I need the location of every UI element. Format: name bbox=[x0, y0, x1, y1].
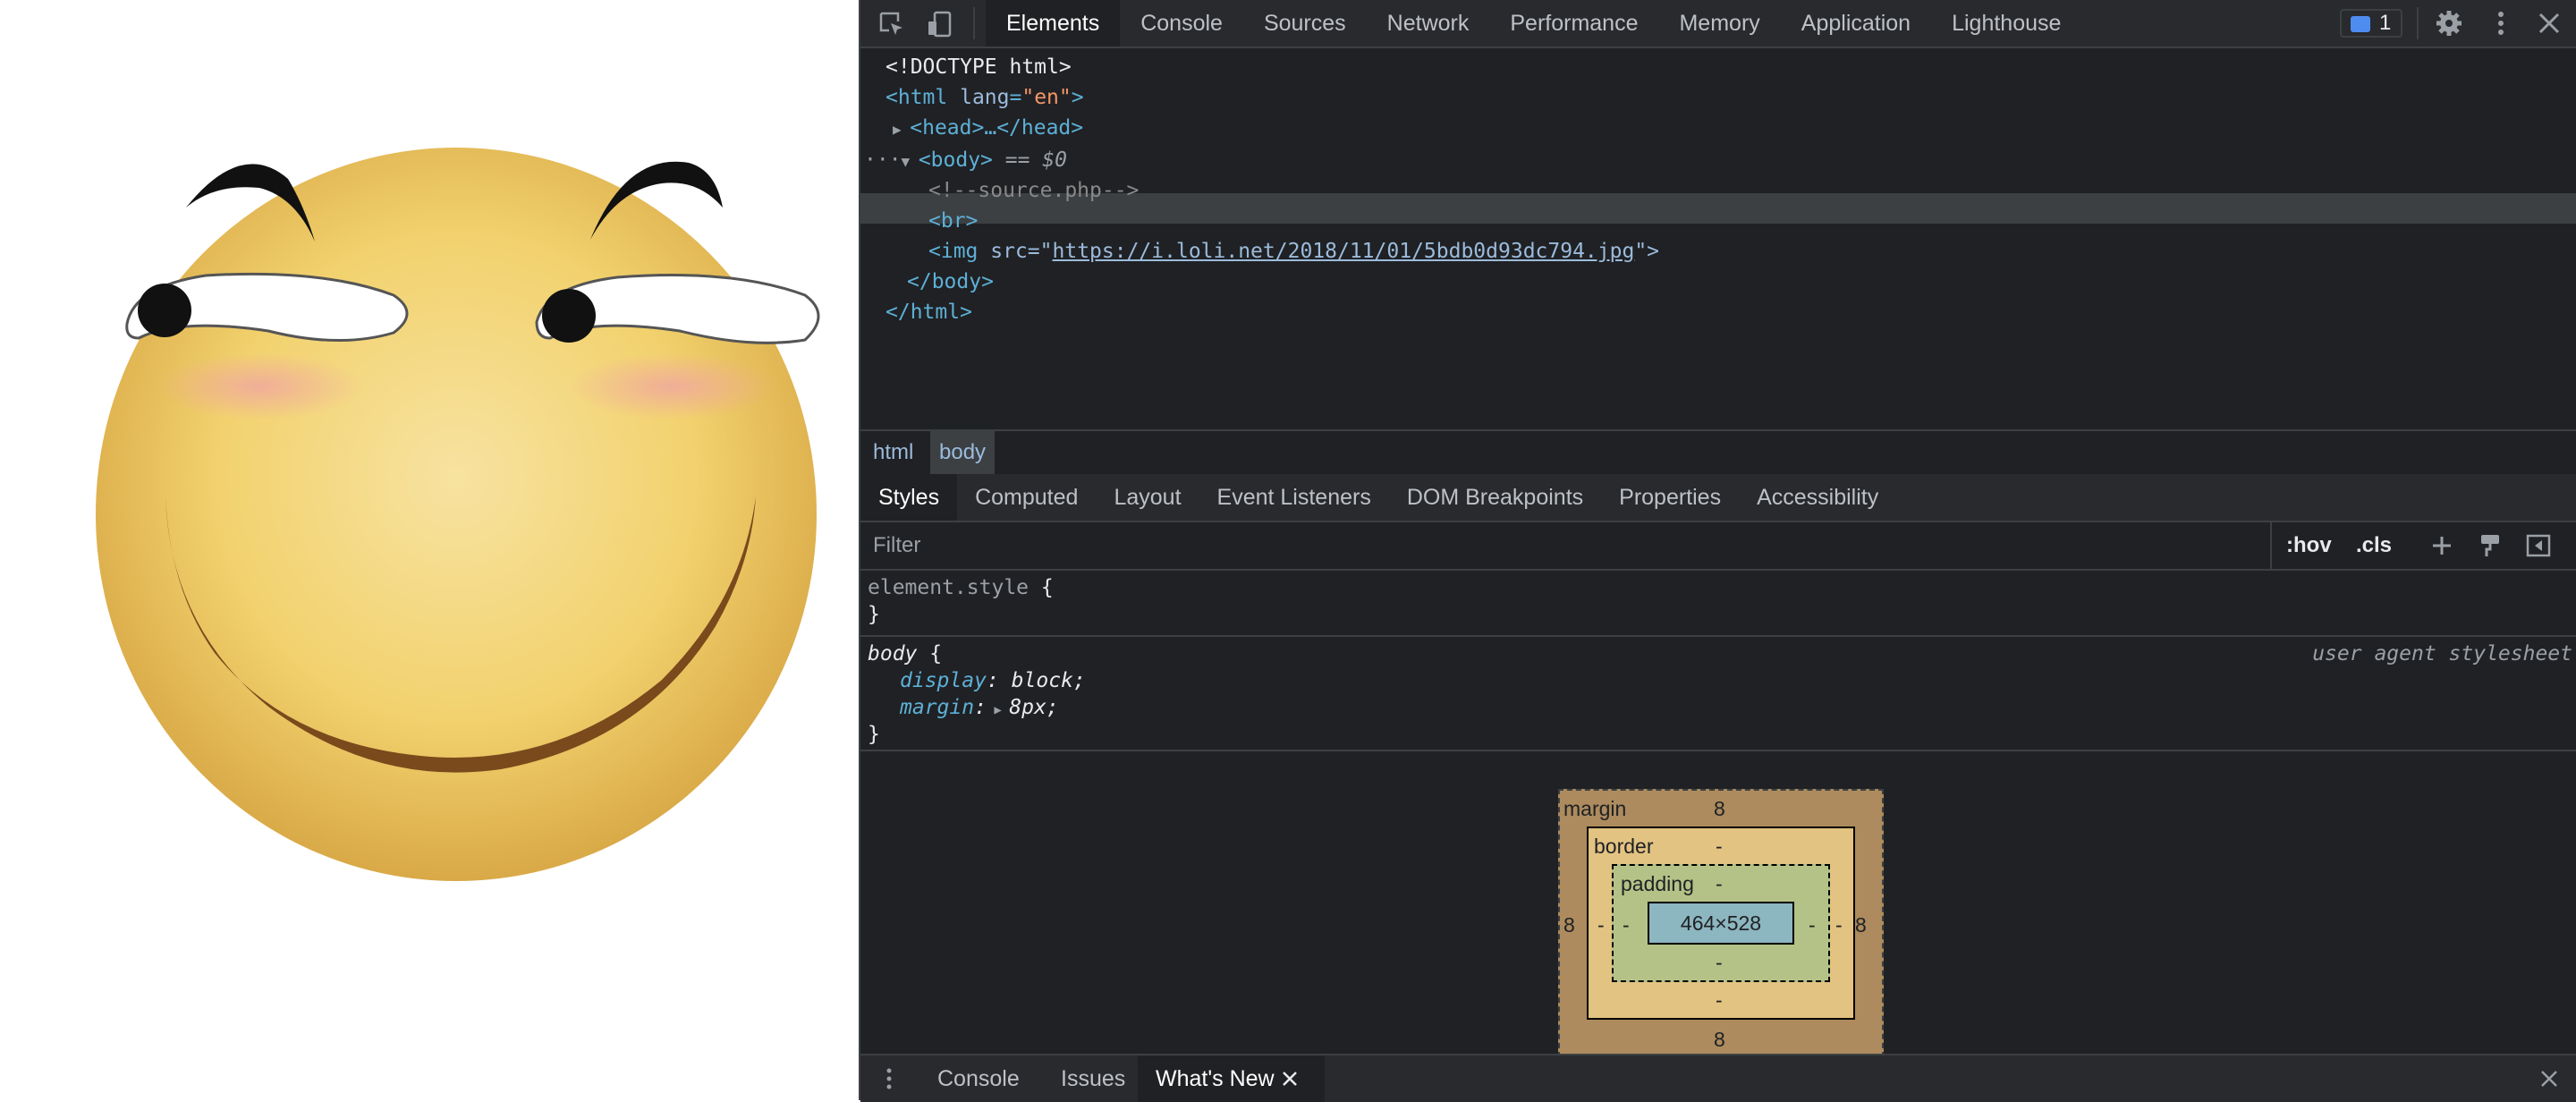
border-right-value[interactable]: - bbox=[1835, 912, 1843, 937]
close-devtools-icon[interactable] bbox=[2535, 9, 2563, 38]
margin-top-value[interactable]: 8 bbox=[1714, 796, 1725, 821]
padding-left-value[interactable]: - bbox=[1623, 912, 1630, 937]
tab-network[interactable]: Network bbox=[1367, 0, 1490, 47]
new-rule-plus-icon[interactable] bbox=[2428, 531, 2456, 560]
cls-toggle-button[interactable]: .cls bbox=[2356, 522, 2392, 569]
img-tag: <img bbox=[928, 240, 979, 263]
tab-properties[interactable]: Properties bbox=[1601, 474, 1739, 521]
filter-input[interactable]: Filter bbox=[873, 522, 920, 569]
body-open-tag: <body> bbox=[918, 148, 993, 172]
tab-event-listeners[interactable]: Event Listeners bbox=[1199, 474, 1389, 521]
html-lang-value: "en" bbox=[1021, 86, 1072, 109]
img-node[interactable]: <img src="https://i.loli.net/2018/11/01/… bbox=[928, 236, 1659, 267]
devtools-panel: Elements Console Sources Network Perform… bbox=[859, 0, 2576, 1102]
tab-layout[interactable]: Layout bbox=[1096, 474, 1199, 521]
issues-count: 1 bbox=[2379, 11, 2392, 35]
settings-gear-icon[interactable] bbox=[2435, 9, 2463, 38]
html-node[interactable]: <html lang="en"> bbox=[886, 82, 1084, 113]
margin-label: margin bbox=[1563, 797, 1627, 820]
styles-pane-tabs: Styles Computed Layout Event Listeners D… bbox=[860, 474, 2576, 522]
stylesheet-source-link[interactable]: user agent stylesheet bbox=[2312, 640, 2572, 667]
border-left-value[interactable]: - bbox=[1597, 912, 1605, 937]
collapse-triangle-icon[interactable]: ▼ bbox=[902, 153, 919, 170]
toggle-sidebar-icon[interactable] bbox=[2524, 531, 2553, 560]
margin-left-value[interactable]: 8 bbox=[1563, 912, 1575, 937]
border-label: border bbox=[1594, 835, 1654, 858]
comment-node[interactable]: <!--source.php--> bbox=[928, 175, 1139, 206]
tab-elements[interactable]: Elements bbox=[986, 0, 1121, 47]
element-style-close-brace: } bbox=[868, 603, 880, 626]
tab-application[interactable]: Application bbox=[1781, 0, 1931, 47]
expand-triangle-icon[interactable]: ▶ bbox=[893, 121, 910, 138]
drawer-tab-issues[interactable]: Issues bbox=[1043, 1055, 1143, 1102]
tab-lighthouse[interactable]: Lighthouse bbox=[1931, 0, 2081, 47]
breadcrumb-body[interactable]: body bbox=[930, 431, 996, 474]
display-declaration[interactable]: display: block; bbox=[900, 667, 1086, 694]
inspect-element-icon[interactable] bbox=[878, 11, 905, 38]
tab-accessibility[interactable]: Accessibility bbox=[1739, 474, 1896, 521]
margin-right-value[interactable]: 8 bbox=[1855, 912, 1867, 937]
body-node[interactable]: ···▼ <body> == $0 bbox=[864, 145, 1067, 175]
body-rule-close-brace: } bbox=[868, 723, 880, 746]
device-toolbar-icon[interactable] bbox=[927, 11, 953, 38]
hov-toggle-button[interactable]: :hov bbox=[2286, 522, 2332, 569]
smiley-emoji-image bbox=[96, 148, 820, 881]
issues-badge-button[interactable]: 1 bbox=[2340, 9, 2402, 38]
styles-filter-bar: Filter :hov .cls bbox=[860, 522, 2576, 571]
close-drawer-icon[interactable] bbox=[2538, 1068, 2560, 1089]
tab-computed[interactable]: Computed bbox=[957, 474, 1096, 521]
message-icon bbox=[2351, 16, 2370, 32]
element-style-selector[interactable]: element.style bbox=[868, 576, 1029, 599]
close-tab-icon[interactable] bbox=[1281, 1070, 1299, 1088]
body-close-tag[interactable]: </body> bbox=[907, 267, 994, 297]
body-ua-rule: body { user agent stylesheet display: bl… bbox=[860, 637, 2576, 751]
breadcrumb: html body bbox=[860, 429, 2576, 476]
tab-dom-breakpoints[interactable]: DOM Breakpoints bbox=[1389, 474, 1601, 521]
tab-performance[interactable]: Performance bbox=[1489, 0, 1658, 47]
body-selector[interactable]: body bbox=[868, 642, 917, 665]
dom-tree: <!DOCTYPE html> <html lang="en"> ▶ <head… bbox=[860, 48, 2576, 428]
img-src-link[interactable]: https://i.loli.net/2018/11/01/5bdb0d93dc… bbox=[1053, 240, 1635, 263]
element-style-rule: element.style { } bbox=[860, 571, 2576, 637]
breadcrumb-html[interactable]: html bbox=[864, 431, 922, 474]
padding-bottom-value[interactable]: - bbox=[1716, 950, 1723, 975]
node-actions-ellipsis[interactable]: ··· bbox=[864, 148, 902, 172]
page-viewport bbox=[0, 0, 857, 1100]
padding-top-value[interactable]: - bbox=[1716, 871, 1723, 896]
main-tabs: Elements Console Sources Network Perform… bbox=[986, 0, 2081, 47]
tab-sources[interactable]: Sources bbox=[1243, 0, 1367, 47]
toolbar-divider bbox=[2417, 7, 2419, 39]
head-collapsed-tag: <head>…</head> bbox=[910, 116, 1084, 140]
html-open-tag: <html bbox=[886, 86, 948, 109]
tab-console[interactable]: Console bbox=[1120, 0, 1243, 47]
toolbar-divider bbox=[973, 7, 975, 39]
devtools-toolbar: Elements Console Sources Network Perform… bbox=[860, 0, 2576, 48]
expand-shorthand-icon[interactable]: ▶ bbox=[987, 703, 1009, 717]
html-lang-attr: lang bbox=[960, 86, 1010, 109]
margin-declaration[interactable]: margin: ▶ 8px; bbox=[900, 694, 1059, 721]
margin-bottom-value[interactable]: 8 bbox=[1714, 1027, 1725, 1052]
doctype-node[interactable]: <!DOCTYPE html> bbox=[886, 52, 1072, 82]
content-size-value[interactable]: 464×528 bbox=[1657, 911, 1785, 936]
padding-label: padding bbox=[1621, 872, 1694, 895]
tab-styles[interactable]: Styles bbox=[860, 474, 958, 521]
br-node[interactable]: <br> bbox=[928, 206, 978, 236]
drawer-tab-console[interactable]: Console bbox=[919, 1055, 1038, 1102]
head-node[interactable]: ▶ <head>…</head> bbox=[893, 113, 1083, 143]
selected-marker: == $0 bbox=[1004, 148, 1068, 172]
whats-new-label: What's New bbox=[1156, 1066, 1275, 1091]
filter-divider bbox=[2270, 522, 2272, 569]
border-bottom-value[interactable]: - bbox=[1716, 988, 1723, 1013]
html-close-tag[interactable]: </html> bbox=[886, 297, 972, 327]
more-options-icon[interactable] bbox=[2487, 9, 2515, 38]
drawer-menu-icon[interactable] bbox=[880, 1064, 898, 1093]
padding-right-value[interactable]: - bbox=[1809, 912, 1816, 937]
drawer-toolbar: Console Issues What's New bbox=[860, 1054, 2576, 1102]
paint-roller-icon[interactable] bbox=[2476, 531, 2504, 560]
border-top-value[interactable]: - bbox=[1716, 834, 1723, 859]
tab-memory[interactable]: Memory bbox=[1658, 0, 1780, 47]
